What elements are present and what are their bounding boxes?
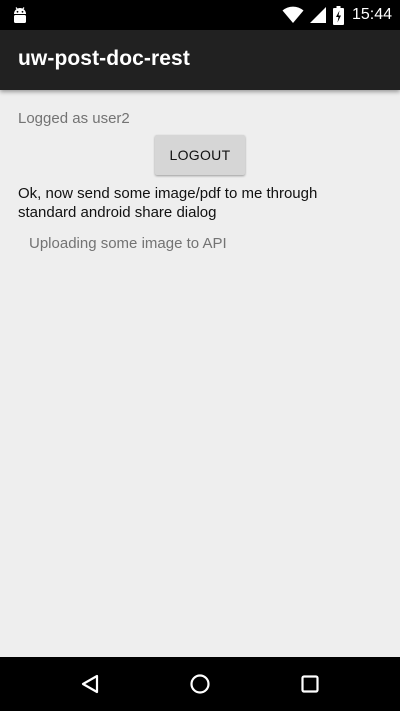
recents-icon[interactable] [296,670,324,698]
logged-as-label: Logged as user2 [18,110,130,127]
status-time: 15:44 [351,6,392,23]
wifi-icon [282,6,304,24]
logout-button[interactable]: LOGOUT [155,135,245,175]
back-icon[interactable] [76,670,104,698]
action-bar: uw-post-doc-rest [0,30,400,90]
upload-status-text: Uploading some image to API [29,235,227,252]
android-debug-icon [10,5,30,25]
instructions-text: Ok, now send some image/pdf to me throug… [18,185,318,221]
navigation-bar [0,657,400,711]
home-icon[interactable] [186,670,214,698]
battery-charging-icon [332,5,344,25]
app-title: uw-post-doc-rest [18,47,190,70]
main-content: Logged as user2 LOGOUT Ok, now send some… [0,90,400,657]
signal-icon [309,6,327,24]
status-bar: 15:44 [0,0,400,30]
status-icons: 15:44 [282,0,392,30]
screen: 15:44 uw-post-doc-rest Logged as user2 L… [0,0,400,711]
